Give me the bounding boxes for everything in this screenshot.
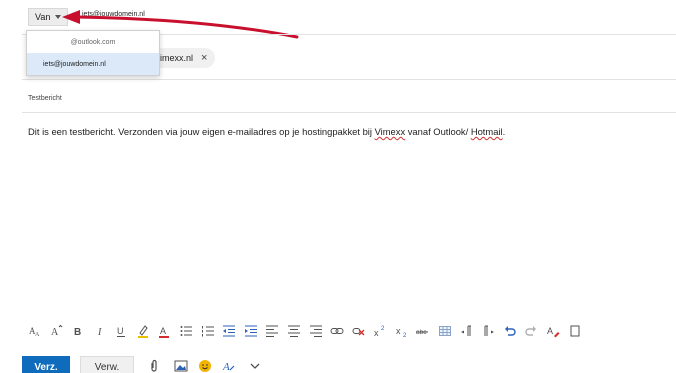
emoji-icon[interactable]: [198, 359, 212, 373]
decrease-indent-icon[interactable]: [218, 322, 240, 340]
from-option-domain[interactable]: iets@jouwdomein.nl: [27, 53, 159, 75]
underline-icon[interactable]: U: [110, 322, 132, 340]
action-bar: Verz. Verw. A: [0, 350, 676, 373]
superscript-icon[interactable]: x2: [370, 322, 392, 340]
font-grow-icon[interactable]: A: [46, 322, 68, 340]
body-text-3: .: [502, 126, 506, 137]
from-option-outlook[interactable]: @outlook.com: [27, 31, 159, 53]
italic-glyph: I: [97, 327, 102, 338]
subscript-icon[interactable]: x2: [391, 322, 413, 340]
svg-text:A: A: [35, 332, 40, 338]
clear-format-icon[interactable]: A: [542, 322, 564, 340]
svg-text:A: A: [222, 361, 230, 373]
from-address: iets@jouwdomein.nl: [82, 11, 145, 18]
from-button[interactable]: Van: [28, 8, 69, 26]
redo-icon[interactable]: [521, 322, 543, 340]
svg-text:x: x: [374, 328, 379, 338]
svg-text:x: x: [396, 326, 401, 336]
bullet-list-icon[interactable]: [175, 322, 197, 340]
svg-text:A: A: [547, 326, 553, 336]
chevron-down-icon[interactable]: [248, 359, 262, 373]
image-icon[interactable]: [174, 359, 188, 373]
svg-text:A: A: [51, 327, 59, 338]
attach-icon[interactable]: [147, 359, 161, 373]
remove-link-icon[interactable]: [348, 322, 370, 340]
insert-link-icon[interactable]: [326, 322, 348, 340]
from-row: Van iets@jouwdomein.nl: [0, 0, 676, 34]
recipient-label: imexx.nl: [160, 53, 194, 63]
font-color-icon[interactable]: A: [154, 322, 176, 340]
body-text-1: Dit is een testbericht. Verzonden via jo…: [28, 126, 375, 137]
undo-icon[interactable]: [499, 322, 521, 340]
send-button[interactable]: Verz.: [22, 356, 70, 373]
svg-text:A: A: [160, 326, 166, 336]
divider: [22, 112, 676, 113]
strikethrough-icon[interactable]: abc: [413, 322, 435, 340]
more-options-icon[interactable]: [564, 322, 586, 340]
discard-button[interactable]: Verw.: [80, 356, 134, 373]
italic-icon[interactable]: I: [89, 322, 111, 340]
format-toolbar: AA A B I U A x2 x2 abc A: [24, 320, 676, 342]
svg-text:2: 2: [403, 333, 407, 338]
svg-text:2: 2: [381, 326, 385, 332]
font-size-icon[interactable]: AA: [24, 322, 46, 340]
highlight-icon[interactable]: [132, 322, 154, 340]
close-icon[interactable]: ×: [201, 52, 207, 64]
insert-table-icon[interactable]: [434, 322, 456, 340]
align-right-icon[interactable]: [305, 322, 327, 340]
align-center-icon[interactable]: [283, 322, 305, 340]
rtl-icon[interactable]: [477, 322, 499, 340]
numbered-list-icon[interactable]: [197, 322, 219, 340]
increase-indent-icon[interactable]: [240, 322, 262, 340]
body-brand: Vimexx: [374, 126, 406, 137]
ltr-icon[interactable]: [456, 322, 478, 340]
align-left-icon[interactable]: [262, 322, 284, 340]
from-label: Van: [35, 12, 51, 22]
underline-glyph: U: [117, 326, 124, 336]
chevron-down-icon: [55, 15, 62, 19]
body-service: Hotmail: [470, 126, 503, 137]
subject-field[interactable]: Testbericht: [28, 95, 62, 102]
message-body[interactable]: Dit is een testbericht. Verzonden via jo…: [28, 126, 505, 137]
body-text-2: vanaf Outlook/: [405, 126, 471, 137]
bold-icon[interactable]: B: [67, 322, 89, 340]
from-dropdown: @outlook.com iets@jouwdomein.nl: [26, 30, 160, 76]
recipient-chip[interactable]: imexx.nl ×: [152, 48, 216, 68]
bold-glyph: B: [74, 327, 81, 338]
format-text-icon[interactable]: A: [222, 359, 236, 373]
